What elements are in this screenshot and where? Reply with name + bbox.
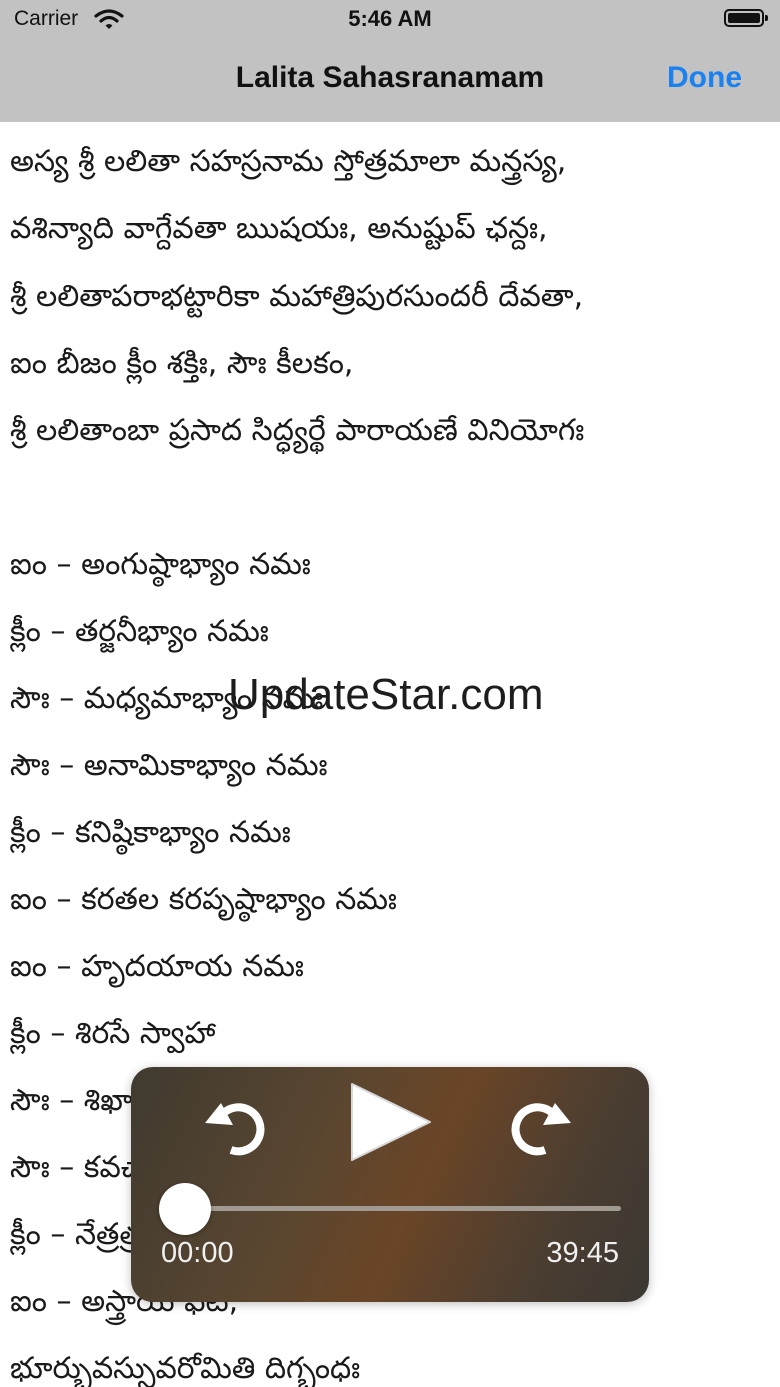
done-button[interactable]: Done <box>667 61 742 95</box>
text-line: భూర్భువస్సువరోమితి దిగ్బంధః <box>10 1351 361 1386</box>
text-line: క్లీం – తర్జనీభ్యాం నమః <box>10 614 269 649</box>
progress-knob[interactable] <box>159 1183 211 1235</box>
total-time: 39:45 <box>546 1237 619 1269</box>
status-time: 5:46 AM <box>348 6 432 31</box>
text-line: శ్రీ లలితాంబా ప్రసాద సిద్ధ్యర్థే పారాయణే… <box>10 413 585 448</box>
text-line: సౌః – అనామికాభ్యాం నమః <box>10 748 328 783</box>
page-title: Lalita Sahasranamam <box>235 61 545 94</box>
text-line: ఐం – కరతల కరపృష్ఠాభ్యాం నమః <box>10 882 397 917</box>
watermark: UpdateStar.com <box>228 670 544 719</box>
status-bar: Carrier 5:46 AM <box>0 0 780 40</box>
text-line: అస్య శ్రీ లలితా సహస్రనామ స్తోత్రమాలా మన్… <box>10 144 567 179</box>
text-line: శ్రీ లలితాపరాభట్టారికా మహాత్రిపురసుందరీ … <box>10 279 584 314</box>
elapsed-time: 00:00 <box>161 1237 234 1269</box>
play-icon[interactable] <box>346 1081 436 1163</box>
text-line: ఐం – అంగుష్ఠాభ్యాం నమః <box>10 547 311 582</box>
skip-back-icon[interactable] <box>201 1093 267 1159</box>
text-line: ఐం బీజం క్లీం శక్తిః, సౌః కీలకం, <box>10 346 354 381</box>
text-line: క్లీం – శిరసే స్వాహా <box>10 1016 216 1051</box>
progress-track[interactable] <box>185 1206 621 1211</box>
navigation-bar: Lalita Sahasranamam Done <box>0 40 780 122</box>
battery-icon <box>724 9 768 27</box>
audio-player: 00:00 39:45 <box>131 1067 649 1302</box>
text-line: క్లీం – కనిష్ఠికాభ్యాం నమః <box>10 815 291 850</box>
text-line: ఐం – హృదయాయ నమః <box>10 949 304 984</box>
skip-forward-icon[interactable] <box>509 1093 575 1159</box>
text-line: వశిన్యాది వాగ్దేవతా ఋషయః, అనుష్టుప్ ఛన్ద… <box>10 211 548 246</box>
